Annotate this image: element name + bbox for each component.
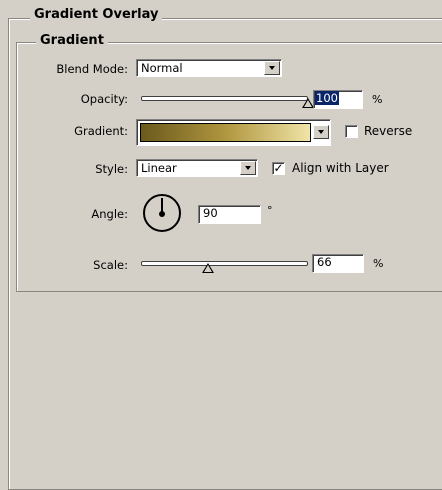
scale-slider-track[interactable] xyxy=(141,261,308,266)
style-label: Style: xyxy=(95,162,128,176)
angle-dial-pivot xyxy=(159,211,165,217)
angle-dial[interactable] xyxy=(143,194,181,232)
gradient-label: Gradient: xyxy=(74,124,128,138)
gradient-preview[interactable] xyxy=(140,123,311,142)
gradient-picker[interactable] xyxy=(136,119,331,146)
scale-label: Scale: xyxy=(93,258,128,272)
angle-input[interactable]: 90 xyxy=(198,205,261,224)
reverse-checkbox[interactable] xyxy=(345,125,358,138)
chevron-down-icon xyxy=(245,166,251,170)
align-with-layer-checkbox[interactable]: ✓ xyxy=(272,162,285,175)
gradient-overlay-title: Gradient Overlay xyxy=(30,7,163,22)
blend-mode-select[interactable]: Normal xyxy=(136,59,282,77)
opacity-label: Opacity: xyxy=(80,92,128,106)
angle-label: Angle: xyxy=(91,207,128,221)
blend-mode-dropdown-button[interactable] xyxy=(264,61,280,75)
style-dropdown-button[interactable] xyxy=(240,161,256,175)
opacity-unit: % xyxy=(372,93,383,106)
opacity-input[interactable]: 100 xyxy=(313,90,363,109)
scale-slider-thumb[interactable] xyxy=(201,263,214,273)
gradient-section-title: Gradient xyxy=(36,33,108,48)
gradient-dropdown-button[interactable] xyxy=(313,125,329,139)
style-select[interactable]: Linear xyxy=(136,159,258,177)
reverse-label: Reverse xyxy=(364,124,413,138)
opacity-slider-track[interactable] xyxy=(141,96,308,101)
opacity-value: 100 xyxy=(315,91,339,105)
blend-mode-value: Normal xyxy=(141,61,183,75)
chevron-down-icon xyxy=(269,66,275,70)
style-value: Linear xyxy=(141,161,177,175)
align-with-layer-label: Align with Layer xyxy=(292,161,389,175)
blend-mode-label: Blend Mode: xyxy=(56,62,128,76)
scale-input[interactable]: 66 xyxy=(312,254,364,273)
chevron-down-icon xyxy=(318,130,324,134)
angle-unit: ° xyxy=(267,204,273,217)
scale-unit: % xyxy=(373,257,384,270)
